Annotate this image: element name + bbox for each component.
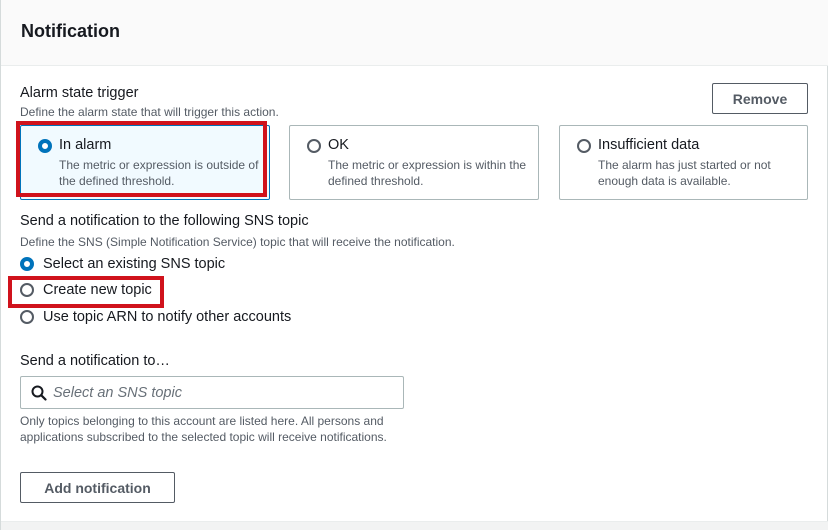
radio-option-topic-arn[interactable]: Use topic ARN to notify other accounts: [20, 307, 291, 327]
send-to-label: Send a notification to…: [20, 353, 170, 369]
search-input[interactable]: [53, 378, 393, 407]
in-alarm-radio[interactable]: [38, 139, 52, 153]
ok-radio[interactable]: [307, 139, 321, 153]
add-notification-button[interactable]: Add notification: [20, 472, 175, 503]
remove-button[interactable]: Remove: [712, 83, 808, 114]
tile-description: The alarm has just started or not enough…: [598, 158, 771, 188]
search-icon: [31, 385, 47, 406]
topic-arn-radio[interactable]: [20, 310, 34, 324]
radio-option-label: Use topic ARN to notify other accounts: [43, 309, 292, 325]
tile-ok[interactable]: OK The metric or expression is within th…: [289, 125, 539, 200]
alarm-trigger-label: Alarm state trigger: [20, 85, 139, 101]
radio-option-create-topic[interactable]: Create new topic: [20, 280, 152, 300]
radio-option-label: Create new topic: [43, 282, 152, 298]
tile-title: In alarm: [59, 137, 112, 153]
panel-header: Notification: [1, 0, 828, 66]
alarm-trigger-description: Define the alarm state that will trigger…: [20, 105, 279, 119]
tile-title: OK: [328, 137, 349, 153]
sns-label: Send a notification to the following SNS…: [20, 213, 309, 229]
notification-panel: Notification Alarm state trigger Define …: [0, 0, 828, 530]
radio-option-existing-topic[interactable]: Select an existing SNS topic: [20, 254, 225, 274]
create-topic-radio[interactable]: [20, 283, 34, 297]
panel-bottom-edge: [1, 521, 828, 530]
insufficient-data-radio[interactable]: [577, 139, 591, 153]
existing-topic-radio[interactable]: [20, 257, 34, 271]
tile-description: The metric or expression is outside of t…: [59, 158, 259, 188]
panel-title: Notification: [21, 21, 120, 41]
tile-title: Insufficient data: [598, 137, 700, 153]
tile-insufficient-data[interactable]: Insufficient data The alarm has just sta…: [559, 125, 808, 200]
sns-topic-search[interactable]: [20, 376, 404, 409]
sns-description: Define the SNS (Simple Notification Serv…: [20, 235, 455, 249]
tile-description: The metric or expression is within the d…: [328, 158, 527, 188]
radio-option-label: Select an existing SNS topic: [43, 256, 226, 272]
search-help-text: Only topics belonging to this account ar…: [20, 414, 387, 444]
tile-in-alarm[interactable]: In alarm The metric or expression is out…: [20, 125, 270, 200]
